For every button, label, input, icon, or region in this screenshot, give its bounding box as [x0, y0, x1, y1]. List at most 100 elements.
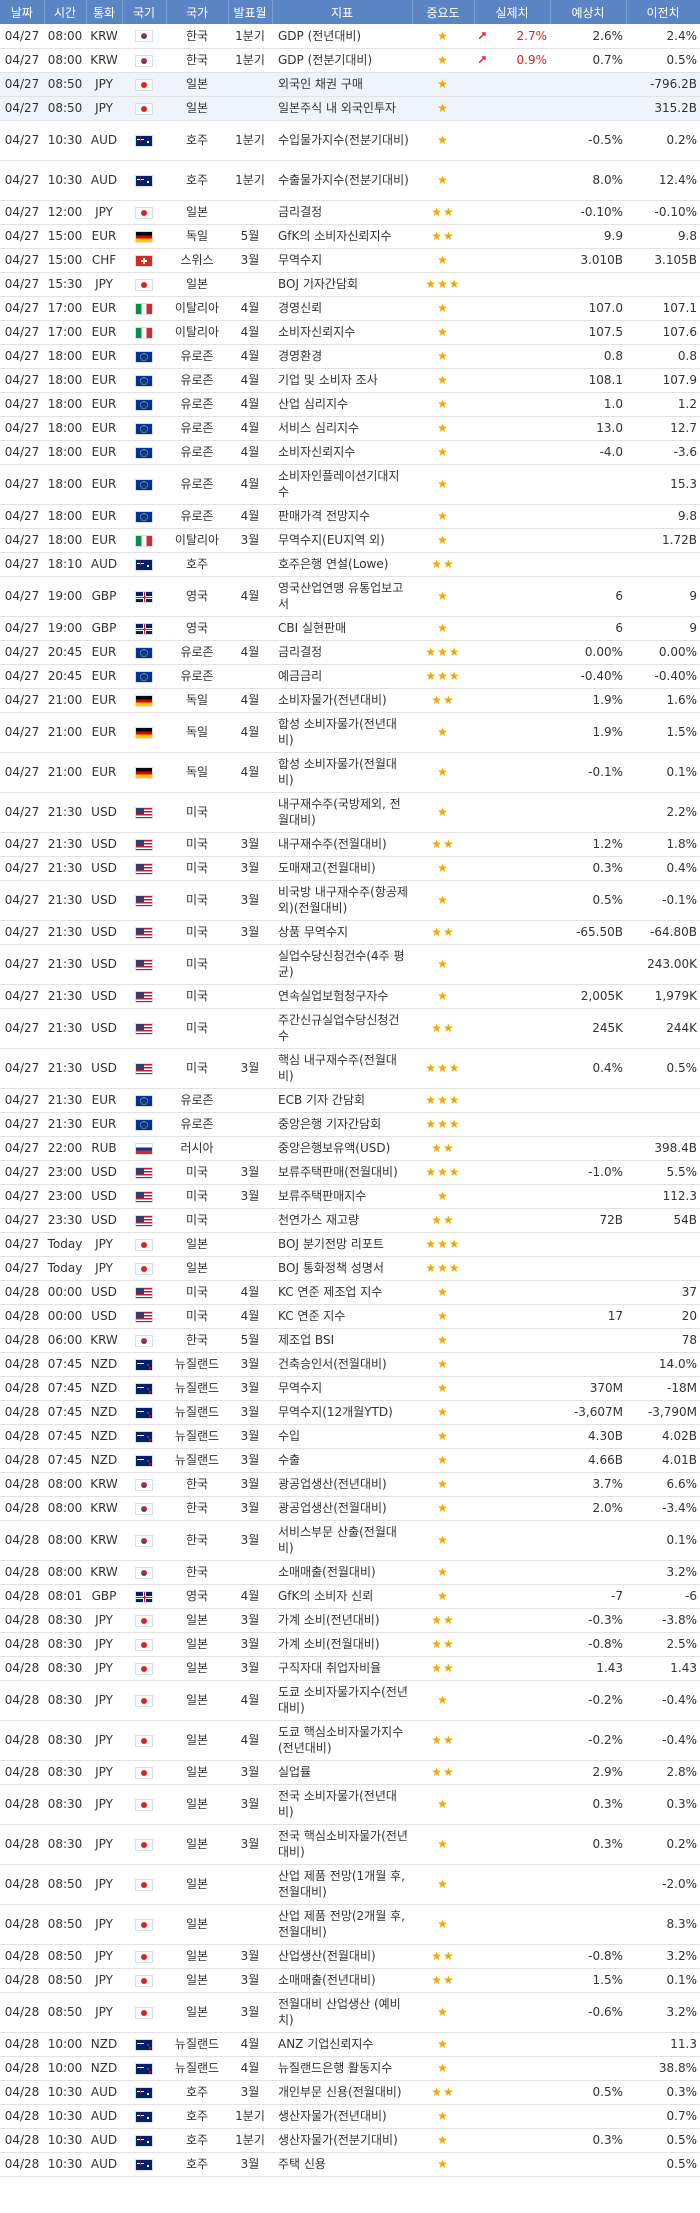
- column-header[interactable]: 예상치: [550, 0, 627, 24]
- country-cell: 일본: [166, 1944, 228, 1969]
- table-row[interactable]: 04/28 07:45 NZD 뉴질랜드 3월 무역수지(12개월YTD) ★ -3,607M…: [0, 1400, 700, 1425]
- table-row[interactable]: 04/27 10:30 AUD 호주 1분기 수입물가지수(전분기대비) ★ -0.5% 0.2…: [0, 120, 700, 161]
- table-row[interactable]: 04/27 17:00 EUR 이탈리아 4월 경영신뢰 ★ 107.0 107.1: [0, 296, 700, 321]
- table-row[interactable]: 04/27 Today JPY 일본 BOJ 통화정책 성명서 ★★★: [0, 1256, 700, 1281]
- table-row[interactable]: 04/28 08:00 KRW 한국 3월 광공업생산(전년대비) ★ 3.7% 6.6%: [0, 1472, 700, 1497]
- table-row[interactable]: 04/27 18:00 EUR 유로존 4월 기업 및 소비자 조사 ★ 108.1 107.9: [0, 368, 700, 393]
- table-row[interactable]: 04/28 08:01 GBP 영국 4월 GfK의 소비자 신뢰 ★ -7 -6: [0, 1584, 700, 1609]
- column-header[interactable]: 지표: [272, 0, 413, 24]
- table-row[interactable]: 04/27 20:45 EUR 유로존 예금금리 ★★★ -0.40% -0.40%: [0, 664, 700, 689]
- table-row[interactable]: 04/28 10:30 AUD 호주 1분기 생산자물가(전년대비) ★ 0.7%: [0, 2104, 700, 2129]
- table-row[interactable]: 04/27 15:00 EUR 독일 5월 GfK의 소비자신뢰지수 ★★ 9.9 9.8: [0, 224, 700, 249]
- table-row[interactable]: 04/28 08:00 KRW 한국 소매매출(전월대비) ★ 3.2%: [0, 1560, 700, 1585]
- country-cell: 일본: [166, 1232, 228, 1257]
- table-row[interactable]: 04/28 08:50 JPY 일본 3월 산업생산(전월대비) ★★ -0.8% 3.2%: [0, 1944, 700, 1969]
- column-header[interactable]: 발표월: [228, 0, 273, 24]
- column-header[interactable]: 통화: [86, 0, 123, 24]
- table-row[interactable]: 04/28 08:30 JPY 일본 3월 구직자대 취업자비율 ★★ 1.43 1.43: [0, 1656, 700, 1681]
- table-row[interactable]: 04/27 21:30 USD 미국 3월 내구재수주(전월대비) ★★ 1.2% 1.8%: [0, 832, 700, 857]
- table-row[interactable]: 04/28 08:30 JPY 일본 3월 가계 소비(전년대비) ★★ -0.3% -3.8%: [0, 1608, 700, 1633]
- table-row[interactable]: 04/27 20:45 EUR 유로존 4월 금리결정 ★★★ 0.00% 0.00%: [0, 640, 700, 665]
- table-row[interactable]: 04/27 21:00 EUR 독일 4월 합성 소비자물가(전년대비) ★ 1.9% 1.5%: [0, 712, 700, 753]
- table-row[interactable]: 04/27 23:00 USD 미국 3월 보류주택판매(전월대비) ★★★ -1.0% 5.5…: [0, 1160, 700, 1185]
- table-row[interactable]: 04/27 18:00 EUR 유로존 4월 판매가격 전망지수 ★ 9.8: [0, 504, 700, 529]
- table-row[interactable]: 04/28 10:00 NZD 뉴질랜드 4월 ANZ 기업신뢰지수 ★ 11.3: [0, 2032, 700, 2057]
- currency-cell: EUR: [86, 440, 122, 465]
- table-row[interactable]: 04/28 10:30 AUD 호주 3월 개인부문 신용(전월대비) ★★ 0.5% 0.3%: [0, 2080, 700, 2105]
- importance-star-icon: ★: [437, 349, 449, 363]
- table-row[interactable]: 04/27 21:30 USD 미국 3월 상품 무역수지 ★★ -65.50B -64.80B: [0, 920, 700, 945]
- table-row[interactable]: 04/27 21:30 EUR 유로존 ECB 기자 간담회 ★★★: [0, 1088, 700, 1113]
- table-row[interactable]: 04/28 08:30 JPY 일본 4월 도쿄 핵심소비자물가지수(전년대비) ★★ -0.…: [0, 1720, 700, 1761]
- table-row[interactable]: 04/28 10:30 AUD 호주 1분기 생산자물가(전분기대비) ★ 0.3% 0.5%: [0, 2128, 700, 2153]
- table-row[interactable]: 04/27 18:00 EUR 유로존 4월 경영환경 ★ 0.8 0.8: [0, 344, 700, 369]
- table-row[interactable]: 04/27 18:10 AUD 호주 호주은행 연설(Lowe) ★★: [0, 552, 700, 577]
- table-row[interactable]: 04/28 07:45 NZD 뉴질랜드 3월 무역수지 ★ 370M -18M: [0, 1376, 700, 1401]
- table-row[interactable]: 04/27 21:30 USD 미국 내구재수주(국방제외, 전월대비) ★ 2.2%: [0, 792, 700, 833]
- table-row[interactable]: 04/28 00:00 USD 미국 4월 KC 연준 지수 ★ 17 20: [0, 1304, 700, 1329]
- currency-cell: EUR: [86, 464, 122, 505]
- table-row[interactable]: 04/27 18:00 EUR 유로존 4월 서비스 심리지수 ★ 13.0 12.7: [0, 416, 700, 441]
- table-row[interactable]: 04/28 00:00 USD 미국 4월 KC 연준 제조업 지수 ★ 37: [0, 1280, 700, 1305]
- currency-cell: JPY: [86, 1232, 122, 1257]
- table-row[interactable]: 04/27 21:30 USD 미국 실업수당신청건수(4주 평균) ★ 243.00K: [0, 944, 700, 985]
- table-row[interactable]: 04/27 21:30 USD 미국 연속실업보험청구자수 ★ 2,005K 1,979K: [0, 984, 700, 1009]
- table-row[interactable]: 04/27 19:00 GBP 영국 4월 영국산업연맹 유통업보고서 ★ 6 9: [0, 576, 700, 617]
- table-row[interactable]: 04/28 07:45 NZD 뉴질랜드 3월 수입 ★ 4.30B 4.02B: [0, 1424, 700, 1449]
- time-cell: 22:00: [44, 1136, 86, 1161]
- table-row[interactable]: 04/27 Today JPY 일본 BOJ 분기전망 리포트 ★★★: [0, 1232, 700, 1257]
- column-header[interactable]: 중요도: [412, 0, 475, 24]
- table-row[interactable]: 04/27 23:30 USD 미국 천연가스 재고량 ★★ 72B 54B: [0, 1208, 700, 1233]
- table-row[interactable]: 04/27 18:00 EUR 유로존 4월 소비자인플레이션기대지수 ★ 15.3: [0, 464, 700, 505]
- table-row[interactable]: 04/28 08:30 JPY 일본 3월 가계 소비(전월대비) ★★ -0.8% 2.5%: [0, 1632, 700, 1657]
- table-row[interactable]: 04/27 12:00 JPY 일본 금리결정 ★★ -0.10% -0.10%: [0, 200, 700, 225]
- country-flag-icon: [135, 1094, 153, 1107]
- column-header[interactable]: 국가: [166, 0, 229, 24]
- table-row[interactable]: 04/27 08:50 JPY 일본 일본주식 내 외국인투자 ★ 315.2B: [0, 96, 700, 121]
- table-row[interactable]: 04/27 21:00 EUR 독일 4월 소비자물가(전년대비) ★★ 1.9% 1.6%: [0, 688, 700, 713]
- table-row[interactable]: 04/28 10:00 NZD 뉴질랜드 4월 뉴질랜드은행 활동지수 ★ 38.8%: [0, 2056, 700, 2081]
- table-row[interactable]: 04/28 08:50 JPY 일본 산업 제품 전망(2개월 후, 전월대비) ★ 8.3…: [0, 1904, 700, 1945]
- country-flag-icon: [135, 446, 153, 459]
- table-row[interactable]: 04/27 22:00 RUB 러시아 중앙은행보유액(USD) ★★ 398.4B: [0, 1136, 700, 1161]
- table-row[interactable]: 04/28 07:45 NZD 뉴질랜드 3월 건축승인서(전월대비) ★ 14.0%: [0, 1352, 700, 1377]
- table-row[interactable]: 04/28 08:50 JPY 일본 3월 소매매출(전년대비) ★★ 1.5% 0.1%: [0, 1968, 700, 1993]
- previous-cell: 0.1%: [626, 1968, 700, 1993]
- table-row[interactable]: 04/27 18:00 EUR 유로존 4월 산업 심리지수 ★ 1.0 1.2: [0, 392, 700, 417]
- table-row[interactable]: 04/27 19:00 GBP 영국 CBI 실현판매 ★ 6 9: [0, 616, 700, 641]
- table-row[interactable]: 04/28 06:00 KRW 한국 5월 제조업 BSI ★ 78: [0, 1328, 700, 1353]
- table-row[interactable]: 04/27 21:30 EUR 유로존 중앙은행 기자간담회 ★★★: [0, 1112, 700, 1137]
- table-row[interactable]: 04/28 08:30 JPY 일본 3월 실업률 ★★ 2.9% 2.8%: [0, 1760, 700, 1785]
- table-row[interactable]: 04/27 17:00 EUR 이탈리아 4월 소비자신뢰지수 ★ 107.5 107.6: [0, 320, 700, 345]
- table-row[interactable]: 04/28 08:00 KRW 한국 3월 서비스부문 산출(전월대비) ★ 0.1%: [0, 1520, 700, 1561]
- table-row[interactable]: 04/27 21:30 USD 미국 3월 비국방 내구재수주(항공제외)(전월대비) ★ 0…: [0, 880, 700, 921]
- table-row[interactable]: 04/27 21:30 USD 미국 3월 핵심 내구재수주(전월대비) ★★★ 0.4% 0.…: [0, 1048, 700, 1089]
- table-row[interactable]: 04/27 21:30 USD 미국 주간신규실업수당신청건수 ★★ 245K 244K: [0, 1008, 700, 1049]
- table-row[interactable]: 04/28 08:50 JPY 일본 산업 제품 전망(1개월 후, 전월대비) ★ -2.…: [0, 1864, 700, 1905]
- table-row[interactable]: 04/28 08:00 KRW 한국 3월 광공업생산(전월대비) ★ 2.0% -3.4%: [0, 1496, 700, 1521]
- table-row[interactable]: 04/27 08:00 KRW 한국 1분기 GDP (전년대비) ★ ↗ 2.7% 2.6% 2.…: [0, 24, 700, 49]
- table-row[interactable]: 04/27 18:00 EUR 유로존 4월 소비자신뢰지수 ★ -4.0 -3.6: [0, 440, 700, 465]
- time-cell: 08:30: [44, 1824, 86, 1865]
- table-row[interactable]: 04/28 07:45 NZD 뉴질랜드 3월 수출 ★ 4.66B 4.01B: [0, 1448, 700, 1473]
- column-header[interactable]: 실제치: [474, 0, 551, 24]
- table-row[interactable]: 04/27 21:00 EUR 독일 4월 합성 소비자물가(전월대비) ★ -0.1% 0.1…: [0, 752, 700, 793]
- table-row[interactable]: 04/27 15:30 JPY 일본 BOJ 기자간담회 ★★★: [0, 272, 700, 297]
- table-row[interactable]: 04/28 08:30 JPY 일본 3월 전국 핵심소비자물가(전년대비) ★ 0.3% 0.…: [0, 1824, 700, 1865]
- table-row[interactable]: 04/27 23:00 USD 미국 3월 보류주택판매지수 ★ 112.3: [0, 1184, 700, 1209]
- column-header[interactable]: 날짜: [0, 0, 45, 24]
- table-row[interactable]: 04/27 08:00 KRW 한국 1분기 GDP (전분기대비) ★ ↗ 0.9% 0.7% 0…: [0, 48, 700, 73]
- column-header[interactable]: 국기: [122, 0, 167, 24]
- table-row[interactable]: 04/28 10:30 AUD 호주 3월 주택 신용 ★ 0.5%: [0, 2152, 700, 2177]
- table-row[interactable]: 04/27 21:30 USD 미국 3월 도매재고(전월대비) ★ 0.3% 0.4%: [0, 856, 700, 881]
- column-header[interactable]: 시간: [44, 0, 87, 24]
- column-header[interactable]: 이전치: [626, 0, 700, 24]
- table-row[interactable]: 04/28 08:30 JPY 일본 4월 도쿄 소비자물가지수(전년대비) ★ -0.2% -…: [0, 1680, 700, 1721]
- country-cell: 이탈리아: [166, 528, 228, 553]
- table-row[interactable]: 04/28 08:30 JPY 일본 3월 전국 소비자물가(전년대비) ★ 0.3% 0.3%: [0, 1784, 700, 1825]
- table-row[interactable]: 04/27 08:50 JPY 일본 외국인 채권 구매 ★ -796.2B: [0, 72, 700, 97]
- table-row[interactable]: 04/28 08:50 JPY 일본 3월 전월대비 산업생산 (예비치) ★ -0.6% 3.…: [0, 1992, 700, 2033]
- table-row[interactable]: 04/27 10:30 AUD 호주 1분기 수출물가지수(전분기대비) ★ 8.0% 12.4…: [0, 160, 700, 201]
- table-row[interactable]: 04/27 18:00 EUR 이탈리아 3월 무역수지(EU지역 외) ★ 1.72B: [0, 528, 700, 553]
- table-row[interactable]: 04/27 15:00 CHF 스위스 3월 무역수지 ★ 3.010B 3.105B: [0, 248, 700, 273]
